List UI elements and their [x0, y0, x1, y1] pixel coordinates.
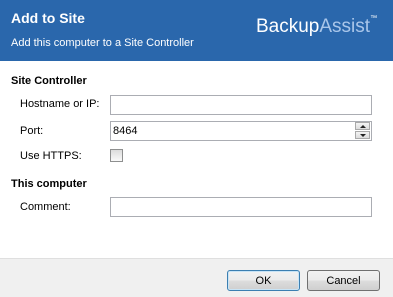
- section-title-this-computer: This computer: [11, 178, 87, 190]
- port-stepper[interactable]: [110, 121, 372, 141]
- https-label: Use HTTPS:: [20, 150, 82, 162]
- hostname-label: Hostname or IP:: [20, 98, 100, 110]
- logo-trademark: ™: [370, 15, 378, 22]
- dialog-title: Add to Site: [11, 10, 85, 26]
- hostname-input[interactable]: [111, 96, 371, 114]
- use-https-checkbox[interactable]: [110, 149, 123, 162]
- comment-field-box[interactable]: [110, 197, 372, 217]
- spin-down-button[interactable]: [355, 131, 370, 139]
- comment-label: Comment:: [20, 201, 71, 213]
- section-title-site-controller: Site Controller: [11, 75, 87, 87]
- cancel-button[interactable]: Cancel: [307, 270, 380, 291]
- port-label: Port:: [20, 125, 44, 137]
- backupassist-logo: BackupAssist™: [256, 15, 378, 38]
- hostname-field-box[interactable]: [110, 95, 372, 115]
- ok-button[interactable]: OK: [227, 270, 300, 291]
- logo-text-backup: Backup: [256, 16, 320, 37]
- spin-up-button[interactable]: [355, 122, 370, 130]
- arrow-up-icon: [359, 124, 366, 128]
- logo-text-assist: Assist: [319, 16, 371, 37]
- dialog-header: Add to Site Add this computer to a Site …: [0, 0, 393, 61]
- port-input[interactable]: [111, 122, 355, 140]
- dialog-subtitle: Add this computer to a Site Controller: [11, 37, 194, 49]
- arrow-down-icon: [359, 133, 366, 137]
- comment-input[interactable]: [111, 198, 371, 216]
